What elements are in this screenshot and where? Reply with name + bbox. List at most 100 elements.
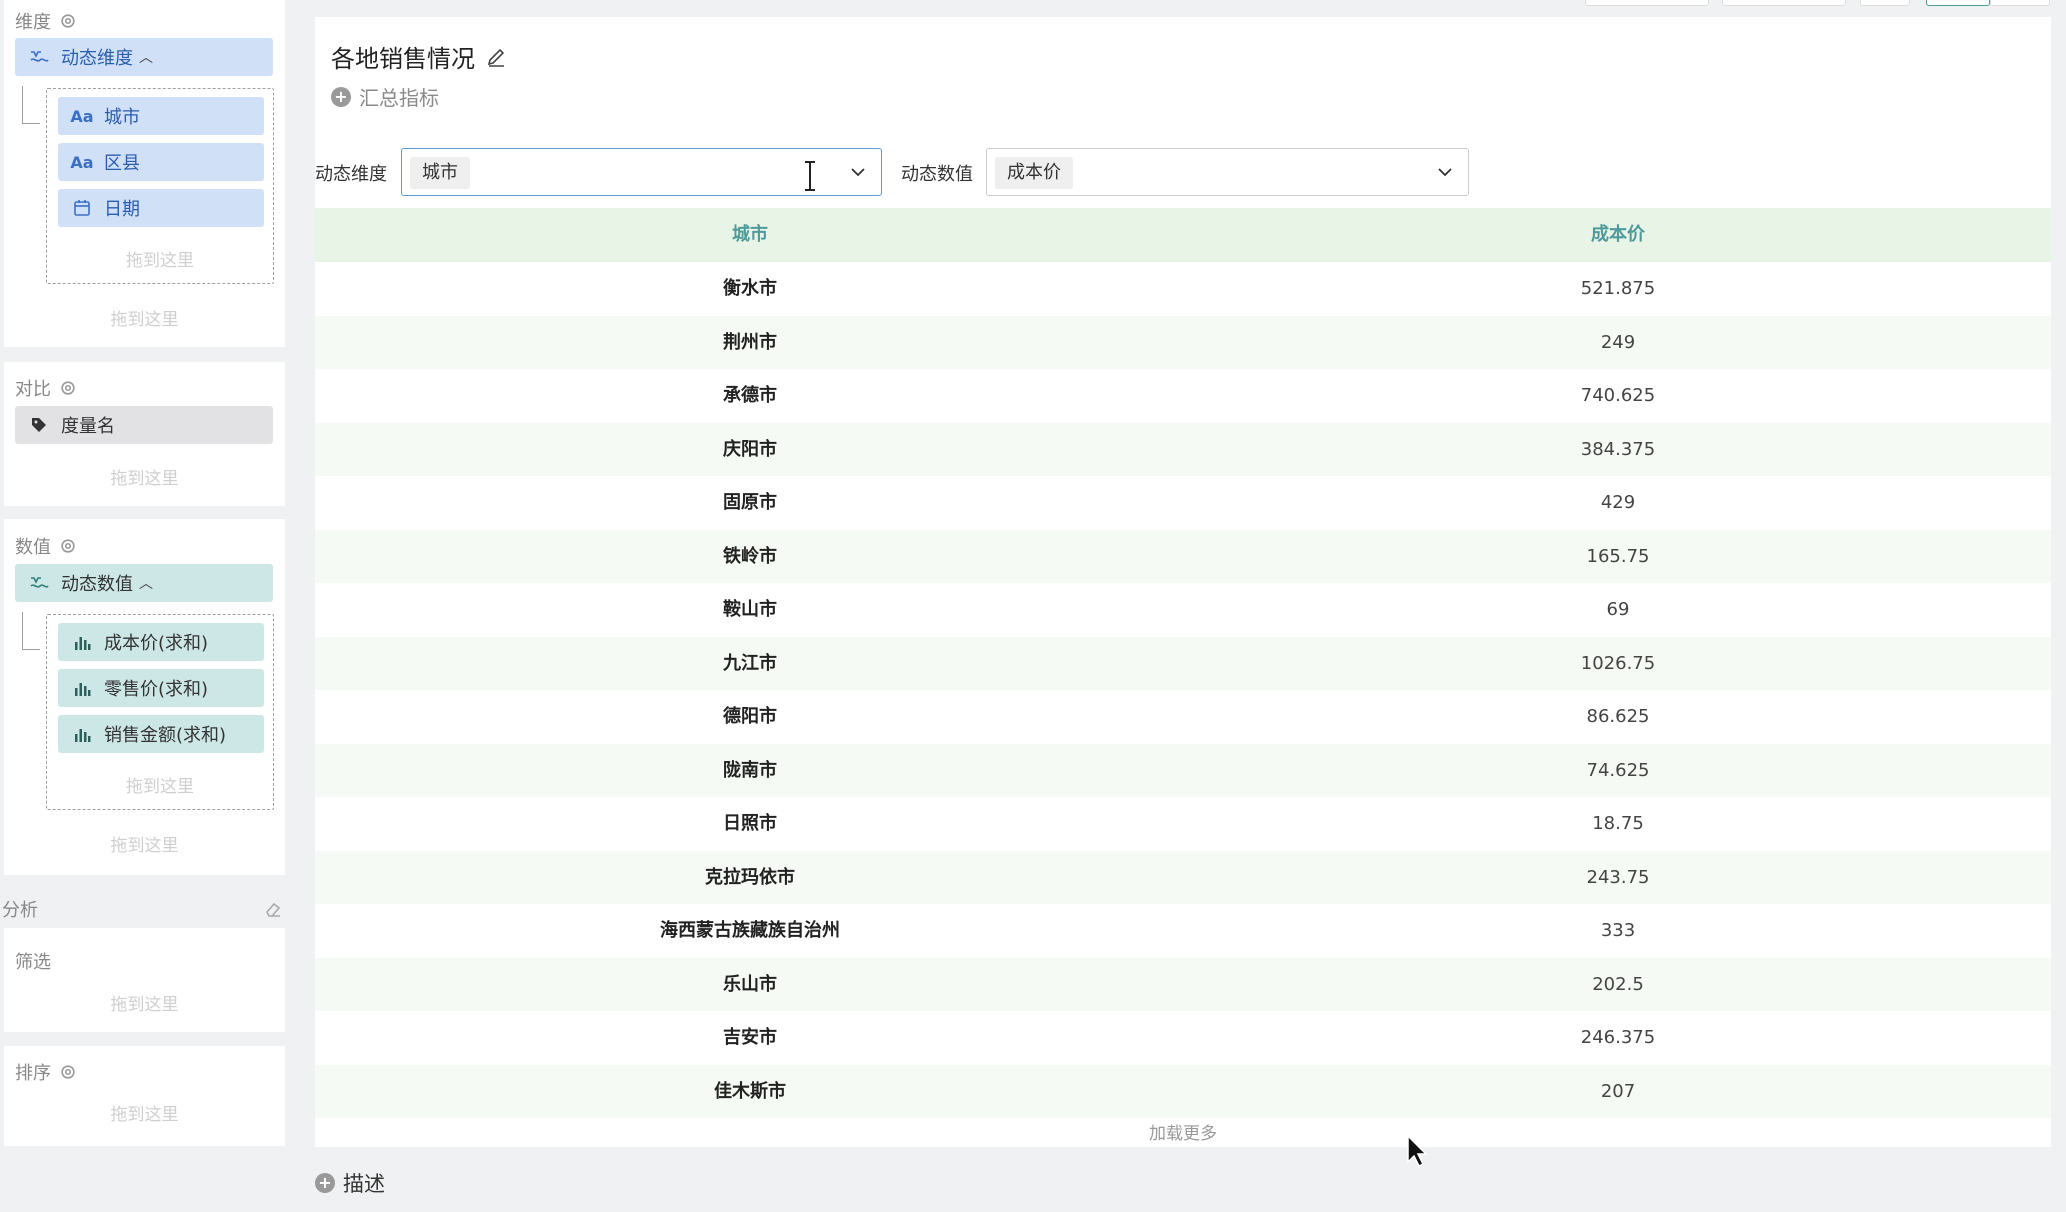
table-row[interactable]: 九江市 1026.75 [315, 636, 2051, 690]
table-row[interactable]: 日照市 18.75 [315, 797, 2051, 851]
cell-cost: 18.75 [1592, 813, 1644, 834]
gear-icon[interactable] [59, 1063, 77, 1081]
cell-city: 荆州市 [723, 331, 777, 353]
drop-zone-dimension[interactable]: 拖到这里 [4, 305, 285, 330]
drop-zone-filter[interactable]: 拖到这里 [4, 990, 285, 1015]
cell-city: 吉安市 [723, 1027, 777, 1048]
load-more-button[interactable]: 加载更多 [315, 1119, 2051, 1144]
toolbar-button[interactable] [1722, 0, 1846, 6]
add-summary-button[interactable]: + 汇总指标 [331, 82, 439, 111]
tree-connector [22, 86, 40, 124]
drop-zone-dimension-inner[interactable]: 拖到这里 [46, 246, 274, 271]
compare-section: 对比 度量名 拖到这里 [4, 362, 285, 506]
cell-city: 铁岭市 [723, 545, 777, 567]
cell-city: 乐山市 [723, 973, 777, 995]
value-item-cost[interactable]: 成本价(求和) [58, 623, 264, 661]
table-row[interactable]: 海西蒙古族藏族自治州 333 [315, 904, 2051, 958]
toolbar-button[interactable] [1860, 0, 1910, 6]
table-row[interactable]: 庆阳市 384.375 [315, 422, 2051, 476]
cell-city: 克拉玛依市 [705, 866, 795, 888]
sort-title: 排序 [15, 1059, 77, 1085]
chevron-down-icon[interactable] [849, 163, 867, 181]
column-header-cost[interactable]: 成本价 [1185, 208, 2051, 262]
gear-icon[interactable] [59, 379, 77, 397]
eraser-icon[interactable] [264, 900, 282, 918]
toolbar-button[interactable] [1585, 0, 1709, 6]
table-row[interactable]: 吉安市 246.375 [315, 1011, 2051, 1065]
table-row[interactable]: 乐山市 202.5 [315, 957, 2051, 1011]
cell-cost: 165.75 [1586, 545, 1650, 567]
drop-zone-compare[interactable]: 拖到这里 [4, 464, 285, 489]
toolbar-button[interactable] [1926, 0, 1990, 6]
drop-zone-value[interactable]: 拖到这里 [4, 831, 285, 856]
toolbar-button[interactable] [1990, 0, 2050, 6]
filter-title: 筛选 [15, 952, 51, 973]
config-panel: 维度 动态维度 ︿ Aa 城市 Aa 区县 日期 拖到这里 拖到这里 对比 度量… [0, 0, 290, 1212]
dynamic-value-pill[interactable]: 动态数值 ︿ [15, 564, 273, 602]
cell-cost: 246.375 [1580, 1027, 1656, 1048]
chevron-up-icon[interactable]: ︿ [139, 47, 153, 67]
table-row[interactable]: 荆州市 249 [315, 315, 2051, 369]
dimension-section: 维度 动态维度 ︿ Aa 城市 Aa 区县 日期 拖到这里 拖到这里 [4, 0, 285, 347]
table-header: 城市 成本价 [315, 208, 2051, 262]
table-row[interactable]: 陇南市 74.625 [315, 743, 2051, 797]
dimension-item-city[interactable]: Aa 城市 [58, 97, 264, 135]
table-row[interactable]: 固原市 429 [315, 476, 2051, 530]
column-header-city[interactable]: 城市 [315, 208, 1185, 262]
table-row[interactable]: 德阳市 86.625 [315, 690, 2051, 744]
compare-title: 对比 [15, 375, 77, 401]
chart-card: 各地销售情况 + 汇总指标 动态维度 城市 动态数值 成本价 城市 成本价 衡水… [315, 17, 2051, 1147]
tag-icon [28, 414, 50, 436]
value-item-sales[interactable]: 销售金额(求和) [58, 715, 264, 753]
cell-city: 九江市 [723, 652, 777, 674]
dimension-item-date[interactable]: 日期 [58, 189, 264, 227]
add-description-button[interactable]: + 描述 [315, 1168, 385, 1198]
chevron-down-icon[interactable] [1436, 163, 1454, 181]
selected-dimension-tag[interactable]: 城市 [410, 157, 470, 189]
chevron-up-icon[interactable]: ︿ [139, 573, 153, 593]
table-row[interactable]: 佳木斯市 207 [315, 1064, 2051, 1118]
text-field-icon: Aa [70, 106, 94, 126]
cell-city: 佳木斯市 [714, 1080, 786, 1102]
gear-icon[interactable] [59, 537, 77, 555]
dimension-item-district[interactable]: Aa 区县 [58, 143, 264, 181]
cell-cost: 249 [1600, 331, 1636, 353]
table-row[interactable]: 衡水市 521.875 [315, 262, 2051, 316]
dynamic-value-label: 动态数值 [901, 164, 973, 185]
cell-cost: 74.625 [1586, 759, 1650, 781]
drop-zone-sort[interactable]: 拖到这里 [4, 1100, 285, 1125]
cell-cost: 86.625 [1586, 706, 1650, 727]
cell-cost: 521.875 [1580, 278, 1656, 299]
table-row[interactable]: 承德市 740.625 [315, 369, 2051, 423]
measure-name-pill[interactable]: 度量名 [15, 406, 273, 444]
sort-section: 排序 拖到这里 [4, 1046, 285, 1146]
table-row[interactable]: 克拉玛依市 243.75 [315, 850, 2051, 904]
cell-city: 日照市 [723, 813, 777, 834]
drop-zone-value-inner[interactable]: 拖到这里 [46, 772, 274, 797]
dynamic-dimension-pill[interactable]: 动态维度 ︿ [15, 38, 273, 76]
value-section: 数值 动态数值 ︿ 成本价(求和) 零售价(求和) 销售金额(求和) 拖到这里 … [4, 519, 285, 875]
tree-connector [22, 612, 40, 650]
value-title: 数值 [15, 533, 77, 559]
calendar-icon [71, 197, 93, 219]
bar-chart-icon [71, 631, 93, 653]
cell-cost: 69 [1606, 599, 1630, 620]
cell-cost: 429 [1600, 492, 1636, 513]
cell-cost: 740.625 [1580, 385, 1656, 406]
text-cursor-icon [805, 161, 815, 191]
text-field-icon: Aa [70, 152, 94, 172]
table-row[interactable]: 铁岭市 165.75 [315, 529, 2051, 583]
cell-city: 德阳市 [723, 706, 777, 727]
cell-city: 海西蒙古族藏族自治州 [660, 920, 840, 941]
table-row[interactable]: 鞍山市 69 [315, 583, 2051, 637]
value-item-retail[interactable]: 零售价(求和) [58, 669, 264, 707]
selected-value-tag[interactable]: 成本价 [995, 157, 1073, 189]
dynamic-value-select[interactable]: 成本价 [986, 148, 1469, 196]
cell-city: 衡水市 [723, 278, 777, 299]
cell-cost: 207 [1600, 1080, 1636, 1102]
cell-cost: 202.5 [1592, 973, 1644, 995]
edit-icon[interactable] [485, 46, 507, 68]
dynamic-field-icon [28, 572, 50, 594]
gear-icon[interactable] [59, 12, 77, 30]
dimension-title: 维度 [15, 8, 77, 34]
